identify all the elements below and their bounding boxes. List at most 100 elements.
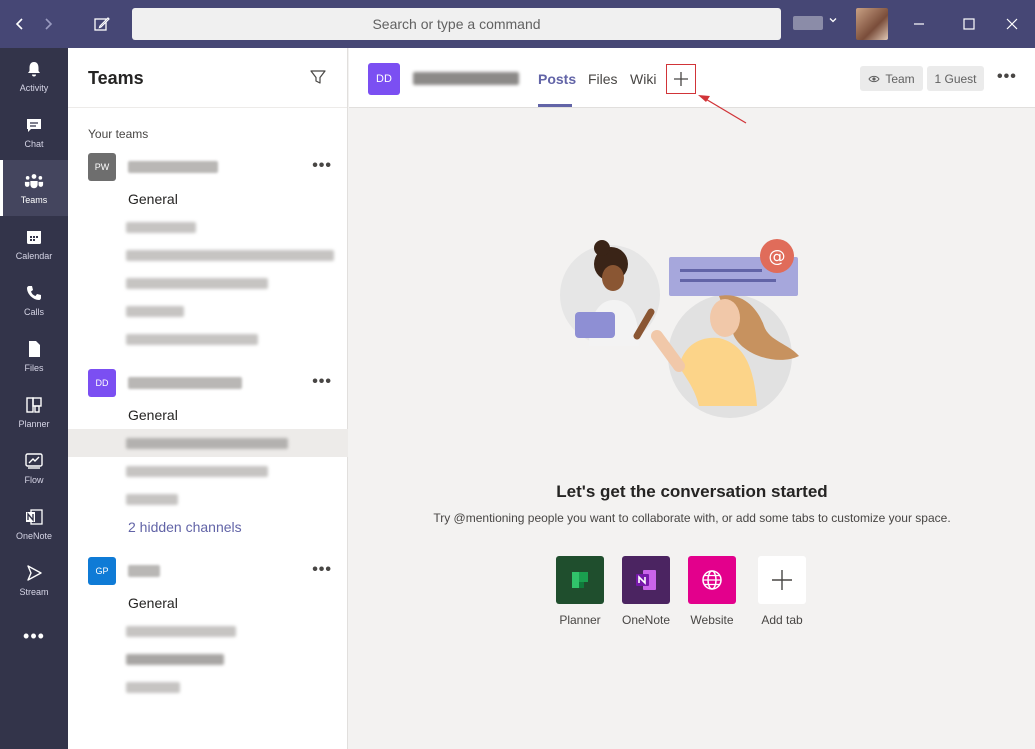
channel-name-blurred bbox=[126, 682, 180, 693]
channel-item[interactable] bbox=[68, 673, 348, 701]
tab-posts[interactable]: Posts bbox=[538, 71, 576, 87]
channel-item[interactable] bbox=[68, 645, 348, 673]
app-bar-label: Calls bbox=[23, 307, 44, 317]
team-name-blurred bbox=[128, 161, 218, 173]
app-bar-item-planner[interactable]: Planner bbox=[0, 384, 68, 440]
search-input[interactable]: Search or type a command bbox=[132, 8, 781, 40]
app-bar-item-flow[interactable]: Flow bbox=[0, 440, 68, 496]
app-bar-label: Chat bbox=[24, 139, 44, 149]
team-name-blurred bbox=[128, 377, 242, 389]
search-placeholder: Search or type a command bbox=[372, 16, 541, 32]
app-bar-label: Calendar bbox=[15, 251, 53, 261]
channel-item[interactable] bbox=[68, 617, 348, 645]
app-bar-item-calendar[interactable]: Calendar bbox=[0, 216, 68, 272]
app-bar-label: Flow bbox=[24, 475, 44, 485]
team-row[interactable]: DD ••• bbox=[68, 367, 348, 399]
channel-item[interactable] bbox=[68, 269, 348, 297]
planner-icon bbox=[556, 556, 604, 604]
team-pill-label: Team bbox=[885, 71, 915, 86]
team-row[interactable]: PW ••• bbox=[68, 151, 348, 183]
more-apps-button[interactable]: ••• bbox=[0, 626, 68, 646]
channel-name-blurred bbox=[126, 466, 268, 477]
maximize-icon bbox=[963, 18, 975, 30]
team-more-button[interactable]: ••• bbox=[312, 561, 332, 579]
chevron-left-icon bbox=[15, 18, 23, 30]
forward-button[interactable] bbox=[34, 0, 62, 48]
plus-icon bbox=[758, 556, 806, 604]
channel-item-selected[interactable] bbox=[68, 429, 348, 457]
avatar[interactable] bbox=[856, 8, 888, 40]
hidden-channels-link[interactable]: 2 hidden channels bbox=[68, 513, 348, 541]
app-tile-planner[interactable]: Planner bbox=[547, 556, 613, 627]
channel-name-blurred bbox=[126, 222, 196, 233]
conversation-illustration: @ bbox=[559, 226, 809, 426]
new-chat-button[interactable] bbox=[90, 12, 114, 36]
user-name-blurred[interactable] bbox=[793, 16, 823, 30]
onenote-icon bbox=[622, 556, 670, 604]
app-bar-item-teams[interactable]: Teams bbox=[0, 160, 68, 216]
guest-pill-label: 1 Guest bbox=[934, 71, 977, 86]
app-tile-onenote[interactable]: OneNote bbox=[613, 556, 679, 627]
team-more-button[interactable]: ••• bbox=[312, 373, 332, 391]
chevron-down-icon[interactable] bbox=[828, 14, 838, 28]
minimize-icon bbox=[914, 23, 924, 25]
onenote-icon bbox=[24, 507, 44, 527]
panel-header: Teams bbox=[68, 48, 347, 108]
eye-icon bbox=[868, 75, 880, 82]
channel-item[interactable] bbox=[68, 457, 348, 485]
empty-state-title: Let's get the conversation started bbox=[556, 482, 828, 501]
team-row[interactable]: GP ••• bbox=[68, 555, 348, 587]
header-more-button[interactable]: ••• bbox=[997, 68, 1017, 86]
channel-name-blurred bbox=[126, 334, 258, 345]
globe-icon bbox=[688, 556, 736, 604]
app-bar-label: Planner bbox=[18, 419, 50, 429]
channel-item[interactable]: General bbox=[68, 401, 348, 429]
team-more-button[interactable]: ••• bbox=[312, 157, 332, 175]
channel-item[interactable] bbox=[68, 485, 348, 513]
channel-item[interactable]: General bbox=[68, 185, 348, 213]
channel-name-blurred bbox=[126, 250, 334, 261]
app-bar-item-onenote[interactable]: OneNote bbox=[0, 496, 68, 552]
app-bar-item-activity[interactable]: Activity bbox=[0, 48, 68, 104]
guest-pill[interactable]: 1 Guest bbox=[927, 66, 984, 91]
file-icon bbox=[24, 339, 44, 359]
chat-icon bbox=[24, 115, 44, 135]
new-chat-icon bbox=[94, 17, 110, 31]
back-button[interactable] bbox=[6, 0, 34, 48]
team-pill[interactable]: Team bbox=[860, 66, 923, 91]
tab-files[interactable]: Files bbox=[588, 71, 618, 87]
app-bar-item-calls[interactable]: Calls bbox=[0, 272, 68, 328]
flow-icon bbox=[24, 451, 44, 471]
channel-item[interactable]: General bbox=[68, 589, 348, 617]
bell-icon bbox=[24, 59, 44, 79]
app-tile-label: Planner bbox=[559, 613, 601, 627]
channel-item[interactable] bbox=[68, 241, 348, 269]
app-bar-label: Activity bbox=[19, 83, 49, 93]
channel-label: General bbox=[128, 191, 178, 207]
team-avatar: DD bbox=[368, 63, 400, 95]
channel-item[interactable] bbox=[68, 325, 348, 353]
svg-text:@: @ bbox=[769, 247, 786, 267]
channel-name-blurred bbox=[126, 438, 288, 449]
app-tile-add-tab[interactable]: Add tab bbox=[749, 556, 815, 627]
app-bar-label: Stream bbox=[19, 587, 49, 597]
app-bar-item-chat[interactable]: Chat bbox=[0, 104, 68, 160]
channel-item[interactable] bbox=[68, 297, 348, 325]
team-avatar: DD bbox=[88, 369, 116, 397]
calendar-icon bbox=[24, 227, 44, 247]
add-tab-button[interactable] bbox=[666, 64, 696, 94]
section-label: Your teams bbox=[88, 127, 149, 141]
close-button[interactable] bbox=[989, 0, 1035, 48]
tab-wiki[interactable]: Wiki bbox=[630, 71, 656, 87]
app-bar-item-stream[interactable]: Stream bbox=[0, 552, 68, 608]
channel-item[interactable] bbox=[68, 213, 348, 241]
filter-icon[interactable] bbox=[309, 68, 329, 88]
app-tile-label: Add tab bbox=[761, 613, 803, 627]
minimize-button[interactable] bbox=[896, 0, 942, 48]
maximize-button[interactable] bbox=[946, 0, 992, 48]
app-tile-website[interactable]: Website bbox=[679, 556, 745, 627]
app-bar-item-files[interactable]: Files bbox=[0, 328, 68, 384]
team-avatar: PW bbox=[88, 153, 116, 181]
channel-header: DD Posts Files Wiki Team 1 Guest ••• bbox=[349, 48, 1035, 108]
teams-icon bbox=[24, 171, 44, 191]
